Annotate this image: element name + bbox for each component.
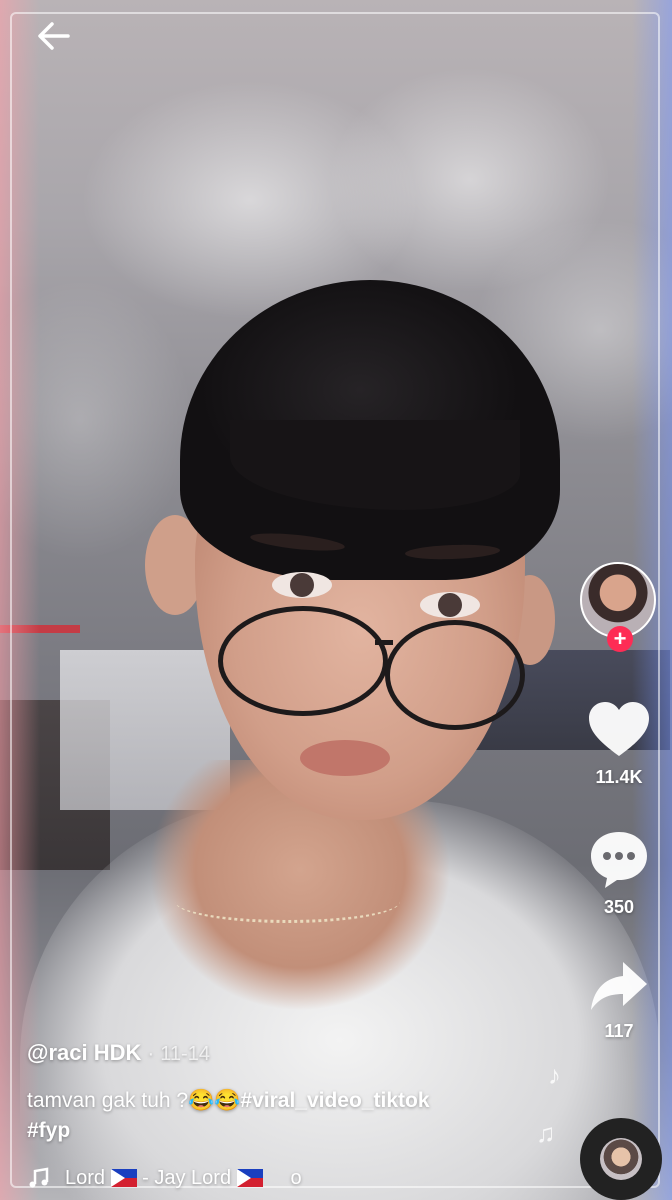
hashtag-viral[interactable]: #viral_video_tiktok [240, 1089, 429, 1112]
philippines-flag-icon [110, 1168, 137, 1187]
video-border-effect [10, 12, 660, 1188]
share-arrow-icon [591, 962, 647, 1010]
share-count: 117 [604, 1021, 634, 1041]
music-disc-button[interactable] [580, 1118, 662, 1200]
video-frame[interactable] [0, 0, 672, 1200]
hashtag-fyp[interactable]: #fyp [27, 1119, 70, 1142]
comment-bubble-icon [591, 832, 647, 888]
floating-note-icon: ♪ [548, 1060, 561, 1090]
caption-text: tamvan gak tuh ?😂😂 [27, 1089, 241, 1112]
heart-icon [589, 702, 649, 756]
video-caption: tamvan gak tuh ?😂😂#viral_video_tiktok #f… [27, 1086, 547, 1146]
floating-note-icon: ♫ [536, 1118, 556, 1148]
music-info[interactable]: Lord - Jay Lord o [27, 1166, 302, 1190]
comment-count: 350 [603, 897, 635, 917]
philippines-flag-icon [236, 1168, 263, 1187]
date-separator: · [147, 1043, 155, 1065]
creator-info[interactable]: @raci HDK · 11-14 [27, 1040, 210, 1066]
like-count: 11.4K [595, 767, 643, 787]
music-note-icon [29, 1167, 49, 1188]
music-title-part2: - Jay Lord [142, 1166, 232, 1189]
like-button[interactable]: 11.4K [586, 700, 652, 788]
music-title-part3: o [290, 1166, 302, 1189]
arrow-left-icon [38, 22, 70, 50]
creator-handle[interactable]: @raci HDK [27, 1040, 141, 1065]
share-button[interactable]: 117 [586, 958, 652, 1042]
comment-button[interactable]: 350 [586, 828, 652, 918]
follow-button[interactable]: + [607, 626, 633, 652]
music-title-part1: Lord [65, 1166, 106, 1189]
back-button[interactable] [32, 14, 76, 58]
post-date: 11-14 [160, 1043, 210, 1065]
music-disc-cover [600, 1138, 642, 1180]
creator-avatar-button[interactable]: + [580, 562, 660, 652]
